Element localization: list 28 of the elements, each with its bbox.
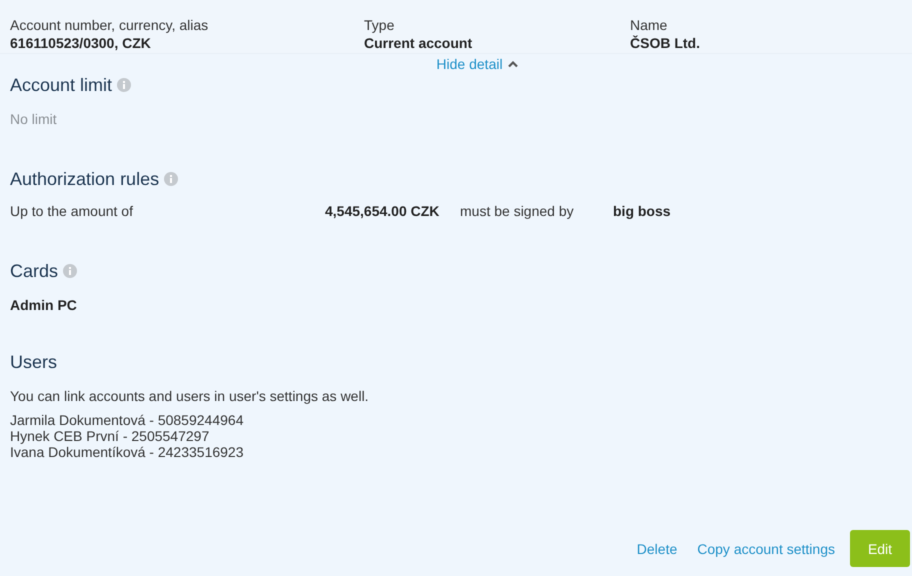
field-label: Account number, currency, alias	[10, 16, 210, 34]
rule-text: must be signed by	[460, 203, 575, 219]
field-value: 616110523/0300, CZK	[10, 34, 152, 52]
section-title: Account limit	[10, 74, 112, 96]
rule-text: Up to the amount of	[10, 203, 134, 219]
section-title: Users	[10, 352, 58, 372]
info-icon[interactable]	[164, 172, 178, 186]
limit-value: No limit	[10, 111, 58, 127]
field-value: Current account	[364, 34, 474, 52]
action-link[interactable]: Copy account settings	[687, 540, 845, 556]
edit-button[interactable]: Edit	[850, 530, 910, 567]
card-name: Admin PC	[10, 297, 78, 313]
hide-detail-link[interactable]: Hide detail	[396, 55, 518, 73]
rule-signer: big boss	[613, 203, 671, 219]
field-label: Type	[364, 16, 396, 34]
action-link[interactable]: Delete	[626, 540, 688, 556]
chevron-icon	[508, 60, 518, 68]
user-entry: Jarmila Dokumentová - 50859244964	[10, 412, 244, 428]
field-value: ČSOB Ltd.	[630, 34, 700, 52]
section-title: Cards	[10, 260, 58, 282]
users-note: You can link accounts and users in user's settings as well.	[10, 388, 370, 404]
info-icon[interactable]	[117, 78, 132, 92]
user-entry: Ivana Dokumentíková - 24233516923	[10, 444, 244, 460]
info-icon[interactable]	[63, 264, 78, 278]
rule-amount: 4,545,654.00 CZK	[325, 203, 440, 219]
user-entry: Hynek CEB První - 2505547297	[10, 428, 210, 444]
field-label: Name	[630, 16, 668, 34]
section-title: Authorization rules	[10, 168, 160, 190]
